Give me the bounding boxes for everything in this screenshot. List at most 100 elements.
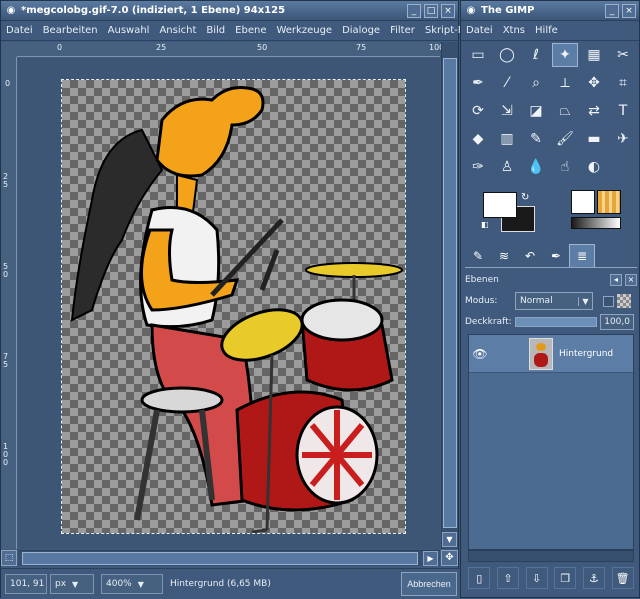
menu-bearbeiten[interactable]: Bearbeiten <box>38 25 103 36</box>
horizontal-scrollbar[interactable]: ▶ <box>18 550 440 566</box>
minimize-button[interactable]: _ <box>605 3 619 18</box>
perspective-icon[interactable]: ⏢ <box>552 99 578 123</box>
dodge-burn-icon[interactable]: ◐ <box>581 155 607 179</box>
layer-row[interactable]: 👁 Hintergrund <box>469 335 633 373</box>
menu-filter[interactable]: Filter <box>385 25 420 36</box>
menu-hilfe[interactable]: Hilfe <box>530 25 563 36</box>
minimize-button[interactable]: _ <box>407 3 421 18</box>
crop-icon[interactable]: ⌗ <box>610 71 636 95</box>
keep-transparency-checkbox[interactable] <box>603 295 614 307</box>
layer-info-text: Hintergrund (6,65 MB) <box>170 579 271 589</box>
opacity-label: Deckkraft: <box>465 317 512 327</box>
menu-bild[interactable]: Bild <box>201 25 230 36</box>
mode-select[interactable]: Normal ▼ <box>515 292 593 310</box>
anchor-layer-icon[interactable]: ⚓ <box>582 567 605 589</box>
opacity-slider-fill <box>516 318 596 326</box>
gradient-preview[interactable] <box>571 217 621 229</box>
default-colors-icon[interactable]: ◧ <box>481 220 489 229</box>
layer-list[interactable]: 👁 Hintergrund <box>468 334 634 550</box>
shear-icon[interactable]: ◪ <box>523 99 549 123</box>
color-picker-icon[interactable]: ⁄ <box>494 71 520 95</box>
layers-title: Ebenen <box>465 275 499 285</box>
menu-datei[interactable]: Datei <box>461 25 498 36</box>
vertical-scrollbar[interactable]: ▼ <box>441 42 458 549</box>
eye-icon[interactable]: 👁 <box>469 347 491 361</box>
cancel-button[interactable]: Abbrechen <box>401 572 457 596</box>
image-window-titlebar[interactable]: ◉ *megcolobg.gif-7.0 (indiziert, 1 Ebene… <box>1 1 458 21</box>
clone-icon[interactable]: ♙ <box>494 155 520 179</box>
airbrush-icon[interactable]: ✈ <box>610 127 636 151</box>
opacity-spinbox[interactable]: 100,0 <box>600 314 634 330</box>
lasso-icon[interactable]: ℓ <box>523 43 549 67</box>
quick-mask-icon[interactable]: ⬚ <box>1 550 17 566</box>
tool-options-icon[interactable]: ✎ <box>465 244 491 267</box>
menu-xtns[interactable]: Xtns <box>498 25 530 36</box>
horizontal-scroll-thumb[interactable] <box>22 552 418 565</box>
blend-icon[interactable]: ▥ <box>494 127 520 151</box>
menu-ebene[interactable]: Ebene <box>230 25 271 36</box>
ink-icon[interactable]: ✑ <box>465 155 491 179</box>
image-canvas[interactable] <box>18 58 440 549</box>
ruler-corner[interactable] <box>1 42 17 57</box>
ellipse-select-icon[interactable]: ◯ <box>494 43 520 67</box>
menu-auswahl[interactable]: Auswahl <box>103 25 155 36</box>
menu-dialoge[interactable]: Dialoge <box>337 25 385 36</box>
rect-select-icon[interactable]: ▭ <box>465 43 491 67</box>
channels-icon[interactable]: ≋ <box>491 244 517 267</box>
vertical-ruler[interactable]: 0 25 50 75 100 <box>1 57 17 549</box>
dock-menu-icon[interactable]: ◂ <box>610 274 622 286</box>
opacity-slider[interactable] <box>515 317 597 327</box>
pencil-icon[interactable]: ✎ <box>523 127 549 151</box>
toolbox-menubar: Datei Xtns Hilfe <box>461 21 639 41</box>
raise-layer-icon[interactable]: ⇧ <box>496 567 519 589</box>
toolbox-titlebar[interactable]: ◉ The GIMP _ × <box>461 1 639 21</box>
brush-preview[interactable] <box>571 190 595 214</box>
foreground-color[interactable] <box>483 192 517 218</box>
menu-ansicht[interactable]: Ansicht <box>154 25 201 36</box>
wilber-icon: ◉ <box>6 4 16 16</box>
new-layer-icon[interactable]: ▯ <box>468 567 491 589</box>
vertical-scroll-thumb[interactable] <box>443 58 457 528</box>
rotate-icon[interactable]: ⟳ <box>465 99 491 123</box>
opacity-row: Deckkraft: 100,0 <box>465 313 637 331</box>
move-icon[interactable]: ✥ <box>581 71 607 95</box>
paths-icon[interactable]: ✒ <box>543 244 569 267</box>
delete-layer-icon[interactable]: 🗑 <box>611 567 634 589</box>
magnify-icon[interactable]: ⌕ <box>523 71 549 95</box>
image-layer-hintergrund[interactable] <box>61 79 406 534</box>
undo-icon[interactable]: ↶ <box>517 244 543 267</box>
fuzzy-select-icon[interactable]: ✦ <box>552 43 578 67</box>
menu-werkzeuge[interactable]: Werkzeuge <box>271 25 337 36</box>
layer-name[interactable]: Hintergrund <box>559 349 613 359</box>
layer-list-scrollbar[interactable] <box>468 550 634 562</box>
paths-icon[interactable]: ✒ <box>465 71 491 95</box>
menu-datei[interactable]: Datei <box>1 25 38 36</box>
pattern-preview[interactable] <box>597 190 621 214</box>
close-button[interactable]: × <box>441 3 455 18</box>
close-button[interactable]: × <box>622 3 636 18</box>
duplicate-layer-icon[interactable]: ❐ <box>554 567 577 589</box>
flip-icon[interactable]: ⇄ <box>581 99 607 123</box>
layers-icon[interactable]: ≣ <box>569 244 595 267</box>
close-dock-icon[interactable]: × <box>625 274 637 286</box>
lower-layer-icon[interactable]: ⇩ <box>525 567 548 589</box>
scroll-right-icon[interactable]: ▶ <box>423 551 438 566</box>
zoom-select[interactable]: 400% ▼ <box>101 574 163 594</box>
smudge-icon[interactable]: ☝ <box>552 155 578 179</box>
bucket-fill-icon[interactable]: ◆ <box>465 127 491 151</box>
paintbrush-icon[interactable]: 🖌 <box>552 127 578 151</box>
horizontal-ruler[interactable]: 0 25 50 75 100 <box>17 42 444 57</box>
scroll-down-icon[interactable]: ▼ <box>442 532 457 547</box>
unit-select[interactable]: px ▼ <box>50 574 94 594</box>
layers-dialog-header: Ebenen ◂ × <box>465 271 637 289</box>
eraser-icon[interactable]: ▬ <box>581 127 607 151</box>
blur-icon[interactable]: 💧 <box>523 155 549 179</box>
measure-icon[interactable]: ⟂ <box>552 71 578 95</box>
swap-colors-icon[interactable]: ↻ <box>521 192 529 203</box>
navigate-icon[interactable]: ✥ <box>441 550 458 566</box>
scissors-icon[interactable]: ✂ <box>610 43 636 67</box>
scale-icon[interactable]: ⇲ <box>494 99 520 123</box>
color-select-icon[interactable]: ▦ <box>581 43 607 67</box>
maximize-button[interactable]: □ <box>424 3 438 18</box>
text-icon[interactable]: T <box>610 99 636 123</box>
